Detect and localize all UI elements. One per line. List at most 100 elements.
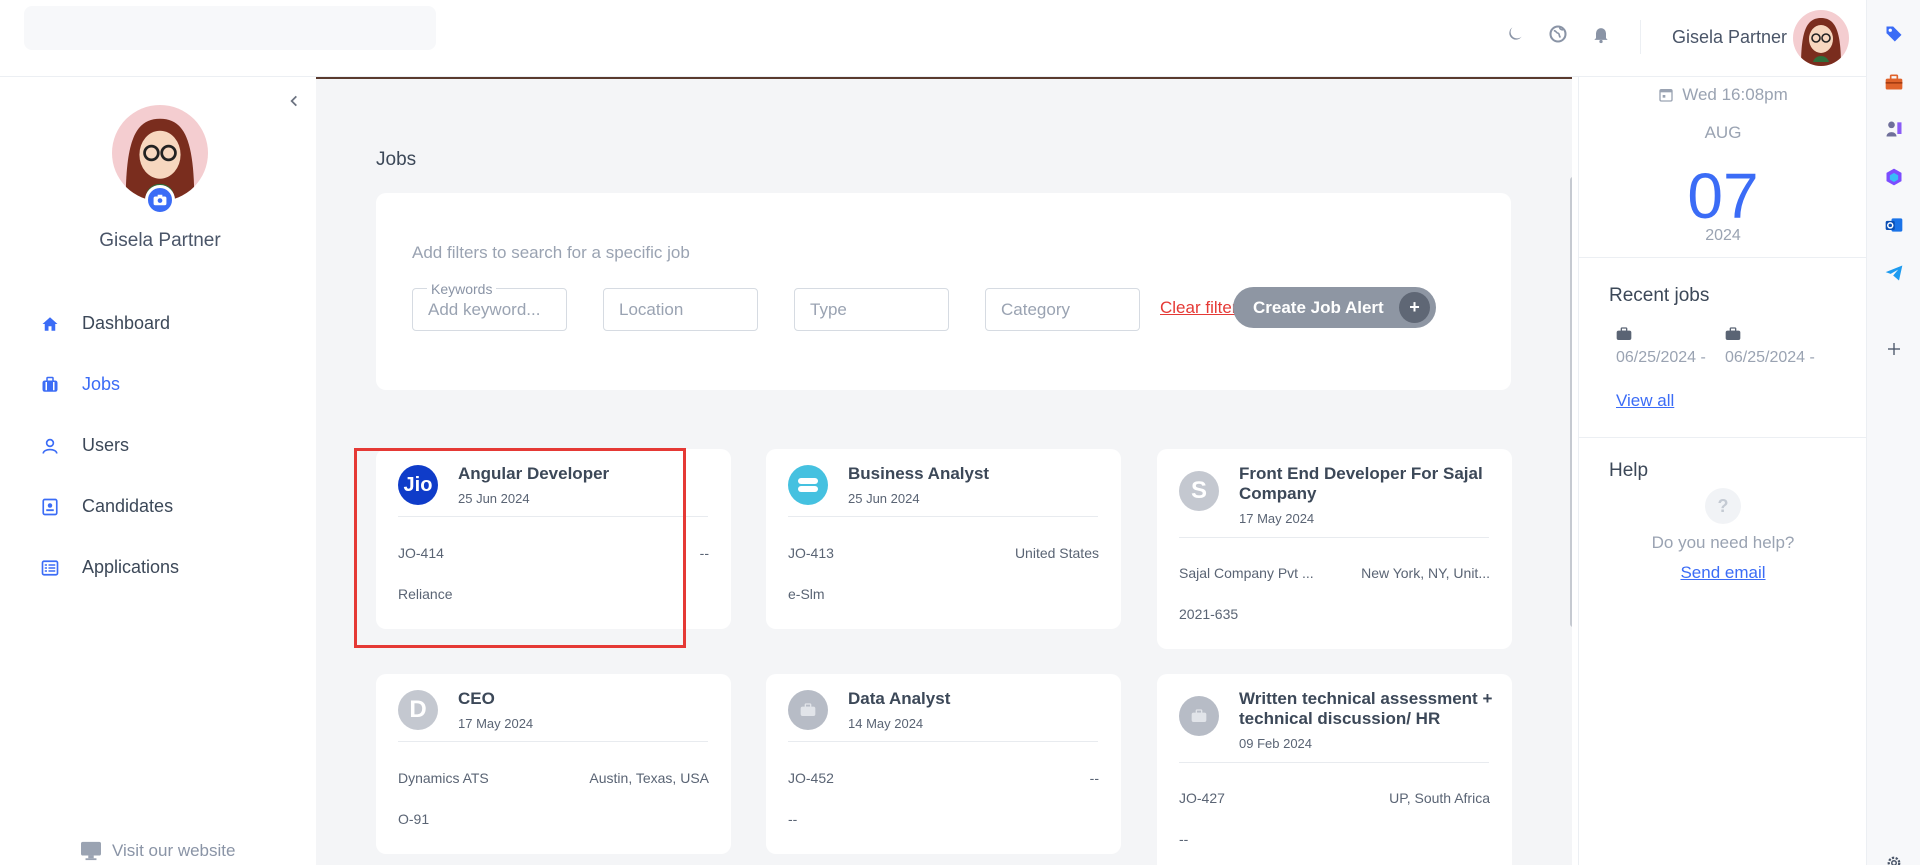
company-logo: D [398,690,438,730]
job-date: 25 Jun 2024 [848,491,920,506]
globe-icon[interactable] [1546,22,1570,46]
calendar-year: 2024 [1705,227,1741,244]
job-title[interactable]: Front End Developer For Sajal Company [1239,464,1494,504]
sidebar-item-jobs[interactable]: Jobs [0,354,316,415]
top-username[interactable]: Gisela Partner [1672,27,1787,48]
plus-icon[interactable] [1882,337,1906,361]
briefcase-icon [800,703,816,716]
create-job-alert-label: Create Job Alert [1253,297,1384,317]
copilot-icon[interactable] [1882,165,1906,189]
briefcase-icon [40,375,60,395]
main-content: Jobs Add filters to search for a specifi… [316,77,1572,865]
job-company: e-Slm [788,586,825,602]
job-location: United States [1014,545,1099,561]
job-title[interactable]: Business Analyst [848,464,1103,484]
sidebar-item-label: Jobs [82,374,121,394]
moon-icon[interactable] [1503,22,1527,46]
job-title[interactable]: Written technical assessment + technical… [1239,689,1494,729]
visit-website-link[interactable]: Visit our website [80,841,235,861]
job-card-front-end-developer[interactable]: S Front End Developer For Sajal Company … [1157,449,1512,649]
job-card-angular-developer[interactable]: Jio Angular Developer 25 Jun 2024 JO-414… [376,449,731,629]
briefcase-icon [1191,709,1207,722]
sidebar-item-label: Candidates [82,496,174,516]
job-date: 09 Feb 2024 [1239,736,1313,751]
job-date: 25 Jun 2024 [458,491,530,506]
create-job-alert-button[interactable]: Create Job Alert + [1233,287,1436,328]
sidebar-item-users[interactable]: Users [0,415,316,476]
avatar[interactable] [1793,10,1849,66]
job-code: O-91 [398,811,430,827]
home-icon [40,314,60,334]
sidebar-nav: Dashboard Jobs Users Candidates Applicat… [0,293,316,598]
help-question: Do you need help? [1651,533,1795,552]
job-card-ceo[interactable]: D CEO 17 May 2024 Dynamics ATS Austin, T… [376,674,731,854]
company-logo [788,690,828,730]
category-input[interactable] [986,289,1139,330]
page-title: Jobs [376,149,417,170]
sidebar-item-candidates[interactable]: Candidates [0,476,316,537]
toolbox-icon[interactable] [1882,70,1906,94]
job-title[interactable]: CEO [458,689,713,709]
type-field[interactable] [794,288,949,331]
right-panel: Wed 16:08pm AUG 07 2024 Recent jobs 06/2… [1578,77,1867,865]
change-photo-button[interactable] [145,185,175,215]
recent-job-date: 06/25/2024 - [1725,349,1815,366]
chess-icon[interactable] [1882,117,1906,141]
job-company: -- [788,811,798,827]
job-date: 14 May 2024 [848,716,924,731]
send-email-link[interactable]: Send email [1579,563,1867,583]
job-company: -- [1179,831,1189,847]
keywords-field[interactable]: Keywords [412,281,567,331]
job-divider [788,741,1098,742]
sidebar-item-applications[interactable]: Applications [0,537,316,598]
job-code: JO-413 [788,545,834,561]
company-logo: S [1179,471,1219,511]
sidebar: Gisela Partner Dashboard Jobs Users Cand… [0,77,316,865]
job-card-business-analyst[interactable]: Business Analyst 25 Jun 2024 JO-413 Unit… [766,449,1121,629]
esim-logo-icon [798,478,818,492]
id-card-icon [40,497,60,517]
calendar-icon [1659,89,1673,102]
filter-card: Add filters to search for a specific job… [376,193,1511,390]
sidebar-item-dashboard[interactable]: Dashboard [0,293,316,354]
tag-icon[interactable] [1882,22,1906,46]
help-heading: Help [1609,460,1649,481]
recent-job-item[interactable]: 06/25/2024 - [1725,327,1825,367]
job-company: Dynamics ATS [398,770,489,786]
outlook-icon[interactable] [1882,213,1906,237]
sidebar-item-label: Applications [82,557,180,577]
top-divider [1640,20,1641,54]
camera-icon [153,194,167,206]
job-date: 17 May 2024 [1239,511,1315,526]
top-search-bar[interactable] [24,6,436,50]
plus-icon: + [1399,292,1430,323]
gear-icon[interactable] [1882,851,1906,865]
type-input[interactable] [795,289,948,330]
job-title[interactable]: Data Analyst [848,689,1103,709]
job-card-written-technical-assessment[interactable]: Written technical assessment + technical… [1157,674,1512,865]
main-scrollbar[interactable] [1570,177,1572,627]
bell-icon[interactable] [1589,22,1613,46]
job-title[interactable]: Angular Developer [458,464,713,484]
job-divider [398,516,708,517]
telegram-icon[interactable] [1882,261,1906,285]
company-logo [1179,696,1219,736]
recent-jobs-heading: Recent jobs [1609,285,1710,306]
category-field[interactable] [985,288,1140,331]
collapse-sidebar-button[interactable] [282,89,306,113]
location-field[interactable] [603,288,758,331]
job-card-data-analyst[interactable]: Data Analyst 14 May 2024 JO-452 -- -- [766,674,1121,854]
job-company: Reliance [398,586,453,602]
job-location: -- [699,545,709,561]
current-datetime: Wed 16:08pm [1579,85,1867,105]
job-divider [398,741,708,742]
top-bar: Gisela Partner [0,0,1866,77]
briefcase-icon [1616,327,1632,340]
location-input[interactable] [604,289,757,330]
sidebar-item-label: Users [82,435,130,455]
job-code: 2021-635 [1179,606,1239,622]
recent-job-item[interactable]: 06/25/2024 - [1616,327,1716,367]
job-location: New York, NY, Unit... [1361,565,1490,581]
job-divider [788,516,1098,517]
view-all-link[interactable]: View all [1616,391,1674,411]
